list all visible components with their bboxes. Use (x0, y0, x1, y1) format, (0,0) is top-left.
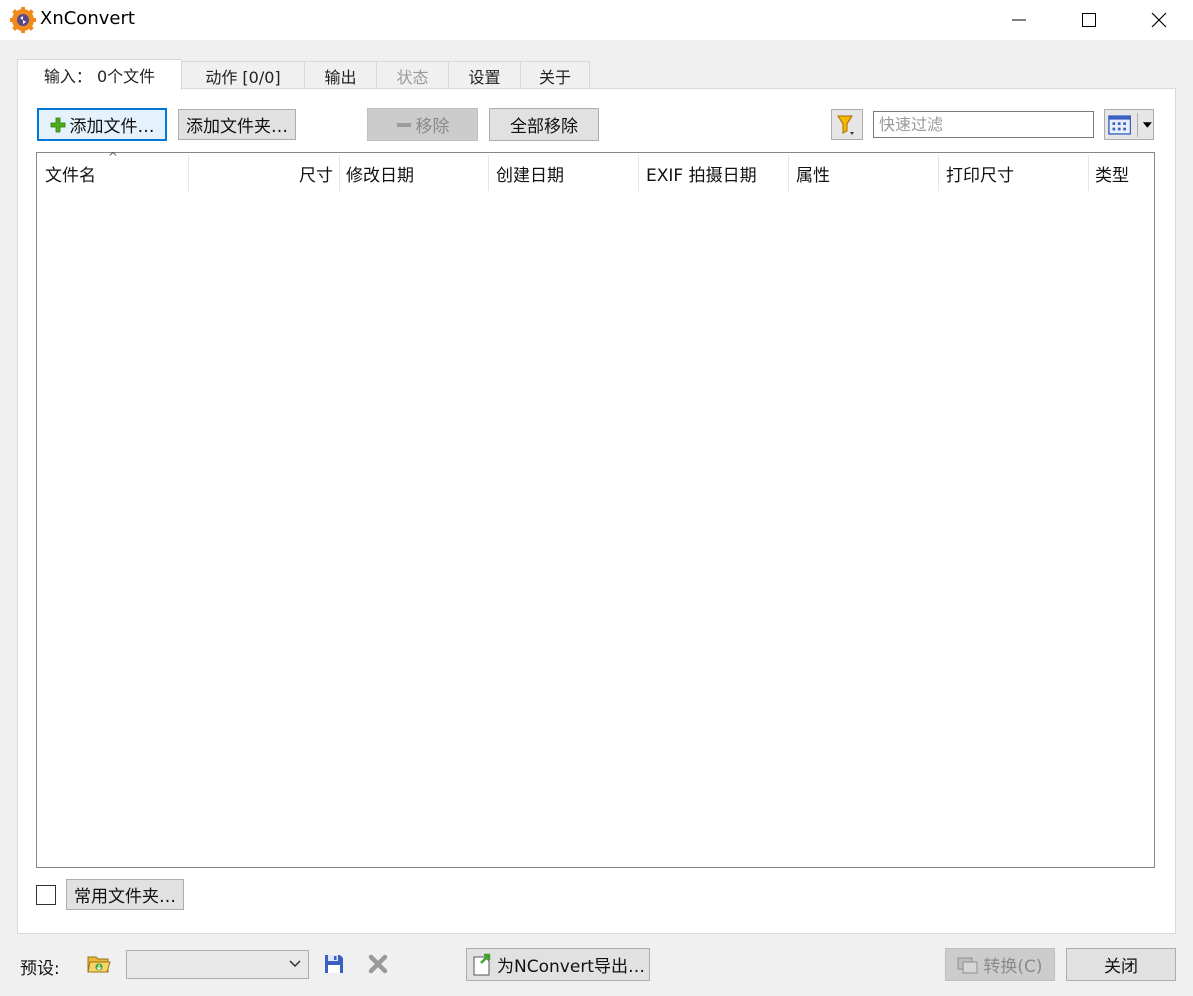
filter-button[interactable] (831, 109, 863, 140)
floppy-disk-icon (325, 955, 343, 973)
maximize-button[interactable] (1054, 0, 1124, 40)
add-files-label: 添加文件… (69, 117, 155, 137)
title-bar: XnConvert (0, 0, 1193, 40)
sort-ascending-icon: ^ (108, 150, 119, 164)
minimize-icon (1012, 19, 1026, 21)
preset-label: 预设: (20, 959, 60, 979)
column-header-size[interactable]: 尺寸 (189, 153, 339, 193)
quick-filter-input[interactable] (873, 111, 1094, 138)
tab-actions[interactable]: 动作 [0/0] (181, 61, 305, 89)
close-window-button[interactable] (1124, 0, 1193, 40)
export-nconvert-button[interactable]: 为NConvert导出… (466, 948, 650, 981)
chevron-down-icon (1143, 121, 1153, 128)
grid-view-icon (1108, 114, 1132, 135)
close-button[interactable]: 关闭 (1066, 948, 1176, 981)
add-files-button[interactable]: 添加文件… (37, 108, 167, 141)
export-document-icon (473, 953, 491, 975)
maximize-icon (1082, 13, 1096, 27)
plus-icon (50, 117, 65, 132)
preset-select[interactable] (126, 950, 309, 979)
convert-images-icon (957, 957, 978, 973)
column-header-modified-date[interactable]: 修改日期 (338, 153, 488, 193)
folder-open-icon (87, 956, 111, 973)
column-header-type[interactable]: 类型 (1087, 153, 1153, 193)
minimize-button[interactable] (984, 0, 1054, 40)
column-header-created-date[interactable]: 创建日期 (488, 153, 638, 193)
column-header-exif-date[interactable]: EXIF 拍摄日期 (638, 153, 788, 193)
delete-preset-button[interactable] (367, 953, 389, 975)
chevron-down-icon (289, 960, 301, 968)
column-header-attributes[interactable]: 属性 (788, 153, 938, 193)
delete-x-icon (368, 954, 388, 974)
column-header-print-size[interactable]: 打印尺寸 (938, 153, 1088, 193)
tab-status[interactable]: 状态 (376, 61, 449, 89)
close-icon (1151, 12, 1167, 28)
add-folder-button[interactable]: 添加文件夹… (178, 109, 296, 140)
convert-button[interactable]: 转换(C) (945, 948, 1055, 981)
file-list-table[interactable]: 文件名 ^ 尺寸 修改日期 创建日期 EXIF 拍摄日期 属性 打印尺寸 类型 (36, 150, 1155, 868)
favorite-folders-button[interactable]: 常用文件夹… (66, 879, 184, 910)
tab-input[interactable]: 输入： 0个文件 (17, 59, 182, 90)
minus-icon (396, 122, 411, 127)
view-mode-button[interactable] (1104, 109, 1154, 140)
tab-settings[interactable]: 设置 (448, 61, 521, 89)
tab-about[interactable]: 关于 (520, 61, 590, 89)
funnel-icon (837, 115, 854, 135)
remove-label: 移除 (415, 117, 450, 137)
convert-label: 转换(C) (983, 957, 1043, 977)
remove-all-button[interactable]: 全部移除 (489, 108, 599, 141)
load-preset-button[interactable] (86, 952, 112, 976)
column-header-filename[interactable]: 文件名 ^ (37, 150, 188, 193)
favorite-folders-checkbox[interactable] (36, 885, 56, 905)
save-preset-button[interactable] (323, 953, 345, 975)
window-title: XnConvert (40, 8, 135, 29)
xnconvert-logo-icon (10, 7, 36, 33)
tab-output[interactable]: 输出 (304, 61, 377, 89)
remove-button[interactable]: 移除 (367, 108, 478, 141)
export-nconvert-label: 为NConvert导出… (497, 957, 645, 977)
